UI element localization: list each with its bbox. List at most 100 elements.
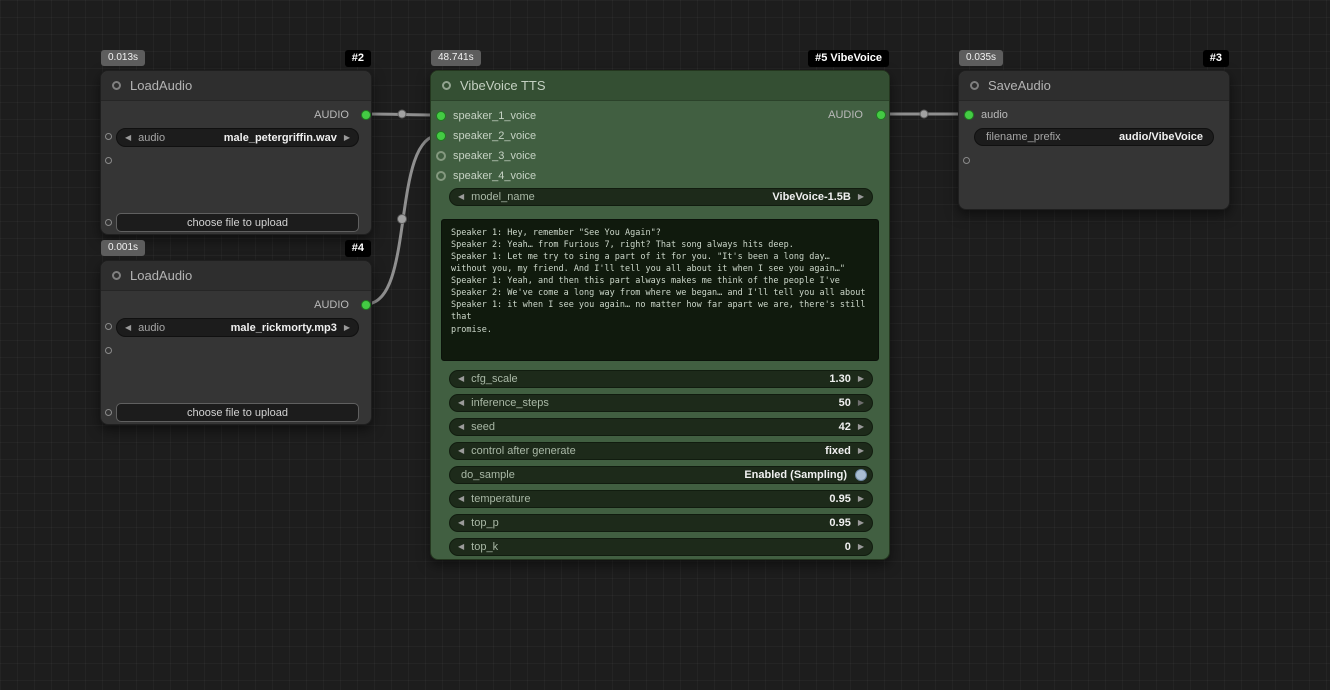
node-id-badge: #3 [1203, 50, 1229, 67]
speaker-2-voice-input-slot[interactable] [436, 131, 446, 141]
increment-arrow-icon[interactable]: ▶ [858, 495, 864, 503]
decrement-arrow-icon[interactable]: ◀ [458, 193, 464, 201]
audio-input-label: audio [981, 109, 1008, 121]
widget-label: top_p [471, 517, 499, 529]
audio-output-slot[interactable] [876, 110, 886, 120]
link-loadaudio2-to-speaker1 [366, 114, 440, 115]
widget-value: 0.95 [829, 517, 850, 529]
toggle-on-icon[interactable] [855, 469, 867, 481]
increment-arrow-icon[interactable]: ▶ [858, 447, 864, 455]
script-textarea[interactable]: Speaker 1: Hey, remember "See You Again"… [441, 219, 879, 361]
decrement-arrow-icon[interactable]: ◀ [125, 324, 131, 332]
audio-output-label: AUDIO [828, 109, 863, 121]
widget-input-slot[interactable] [105, 409, 112, 416]
execution-time-badge: 0.035s [959, 50, 1003, 66]
decrement-arrow-icon[interactable]: ◀ [458, 399, 464, 407]
widget-label: cfg_scale [471, 373, 517, 385]
audio-file-combo-widget[interactable]: ◀ audio male_rickmorty.mp3 ▶ [116, 318, 359, 337]
node-title-bar[interactable]: VibeVoice TTS [431, 71, 889, 101]
widget-label: control after generate [471, 445, 576, 457]
widget-value: 1.30 [829, 373, 850, 385]
increment-arrow-icon[interactable]: ▶ [858, 543, 864, 551]
widget-label: seed [471, 421, 495, 433]
decrement-arrow-icon[interactable]: ◀ [458, 447, 464, 455]
link-midpoint-dot [398, 110, 406, 118]
node-id-badge: #4 [345, 240, 371, 257]
widget-label: temperature [471, 493, 530, 505]
loadaudio-node-2[interactable]: 0.013s #2 LoadAudio AUDIO ◀ audio male_p… [100, 70, 372, 235]
choose-file-button[interactable]: choose file to upload [116, 213, 359, 232]
collapse-dot-icon[interactable] [970, 81, 979, 90]
widget-input-slot[interactable] [105, 323, 112, 330]
increment-arrow-icon[interactable]: ▶ [858, 519, 864, 527]
node-title: SaveAudio [988, 78, 1051, 93]
speaker-4-voice-input-slot[interactable] [436, 171, 446, 181]
widget-input-slot[interactable] [105, 347, 112, 354]
control-after-generate-widget[interactable]: ◀ control after generate fixed ▶ [449, 442, 873, 460]
increment-arrow-icon[interactable]: ▶ [344, 134, 350, 142]
increment-arrow-icon[interactable]: ▶ [858, 193, 864, 201]
cfg-scale-widget[interactable]: ◀ cfg_scale 1.30 ▶ [449, 370, 873, 388]
node-title-bar[interactable]: LoadAudio [101, 71, 371, 101]
widget-value: male_rickmorty.mp3 [231, 322, 337, 334]
execution-time-badge: 0.001s [101, 240, 145, 256]
choose-file-button[interactable]: choose file to upload [116, 403, 359, 422]
speaker-3-voice-input-slot[interactable] [436, 151, 446, 161]
widget-label: do_sample [461, 469, 515, 481]
audio-file-combo-widget[interactable]: ◀ audio male_petergriffin.wav ▶ [116, 128, 359, 147]
collapse-dot-icon[interactable] [112, 271, 121, 280]
widget-value: 50 [839, 397, 851, 409]
link-midpoint-dot [398, 215, 407, 224]
node-id-badge: #2 [345, 50, 371, 67]
decrement-arrow-icon[interactable]: ◀ [458, 375, 464, 383]
increment-arrow-icon[interactable]: ▶ [858, 375, 864, 383]
speaker-3-voice-label: speaker_3_voice [453, 150, 536, 162]
widget-input-slot[interactable] [963, 157, 970, 164]
audio-output-slot[interactable] [361, 300, 371, 310]
top-k-widget[interactable]: ◀ top_k 0 ▶ [449, 538, 873, 556]
filename-prefix-widget[interactable]: filename_prefix audio/VibeVoice [974, 128, 1214, 146]
increment-arrow-icon[interactable]: ▶ [858, 423, 864, 431]
temperature-widget[interactable]: ◀ temperature 0.95 ▶ [449, 490, 873, 508]
inference-steps-widget[interactable]: ◀ inference_steps 50 ▶ [449, 394, 873, 412]
widget-input-slot[interactable] [105, 219, 112, 226]
decrement-arrow-icon[interactable]: ◀ [458, 519, 464, 527]
top-p-widget[interactable]: ◀ top_p 0.95 ▶ [449, 514, 873, 532]
vibevoice-tts-node-5[interactable]: 48.741s #5 VibeVoice VibeVoice TTS AUDIO… [430, 70, 890, 560]
node-title-bar[interactable]: SaveAudio [959, 71, 1229, 101]
audio-output-label: AUDIO [314, 299, 349, 311]
widget-label: audio [138, 132, 165, 144]
do-sample-toggle-widget[interactable]: do_sample Enabled (Sampling) [449, 466, 873, 484]
node-title-bar[interactable]: LoadAudio [101, 261, 371, 291]
audio-input-slot[interactable] [964, 110, 974, 120]
decrement-arrow-icon[interactable]: ◀ [458, 543, 464, 551]
speaker-1-voice-input-slot[interactable] [436, 111, 446, 121]
node-title: LoadAudio [130, 268, 192, 283]
node-id-badge: #5 VibeVoice [808, 50, 889, 67]
collapse-dot-icon[interactable] [112, 81, 121, 90]
link-loadaudio4-to-speaker2 [366, 135, 440, 304]
widget-input-slot[interactable] [105, 157, 112, 164]
widget-label: top_k [471, 541, 498, 553]
audio-output-slot[interactable] [361, 110, 371, 120]
loadaudio-node-4[interactable]: 0.001s #4 LoadAudio AUDIO ◀ audio male_r… [100, 260, 372, 425]
decrement-arrow-icon[interactable]: ◀ [458, 495, 464, 503]
increment-arrow-icon[interactable]: ▶ [344, 324, 350, 332]
seed-widget[interactable]: ◀ seed 42 ▶ [449, 418, 873, 436]
speaker-1-voice-label: speaker_1_voice [453, 110, 536, 122]
widget-value: Enabled (Sampling) [744, 469, 847, 481]
decrement-arrow-icon[interactable]: ◀ [125, 134, 131, 142]
saveaudio-node-3[interactable]: 0.035s #3 SaveAudio audio filename_prefi… [958, 70, 1230, 210]
widget-value: 0 [845, 541, 851, 553]
widget-label: inference_steps [471, 397, 549, 409]
decrement-arrow-icon[interactable]: ◀ [458, 423, 464, 431]
collapse-dot-icon[interactable] [442, 81, 451, 90]
model-name-combo-widget[interactable]: ◀ model_name VibeVoice-1.5B ▶ [449, 188, 873, 206]
widget-value: 42 [839, 421, 851, 433]
widget-value: VibeVoice-1.5B [772, 191, 850, 203]
increment-arrow-icon[interactable]: ▶ [858, 399, 864, 407]
node-title: LoadAudio [130, 78, 192, 93]
speaker-2-voice-label: speaker_2_voice [453, 130, 536, 142]
speaker-4-voice-label: speaker_4_voice [453, 170, 536, 182]
widget-input-slot[interactable] [105, 133, 112, 140]
